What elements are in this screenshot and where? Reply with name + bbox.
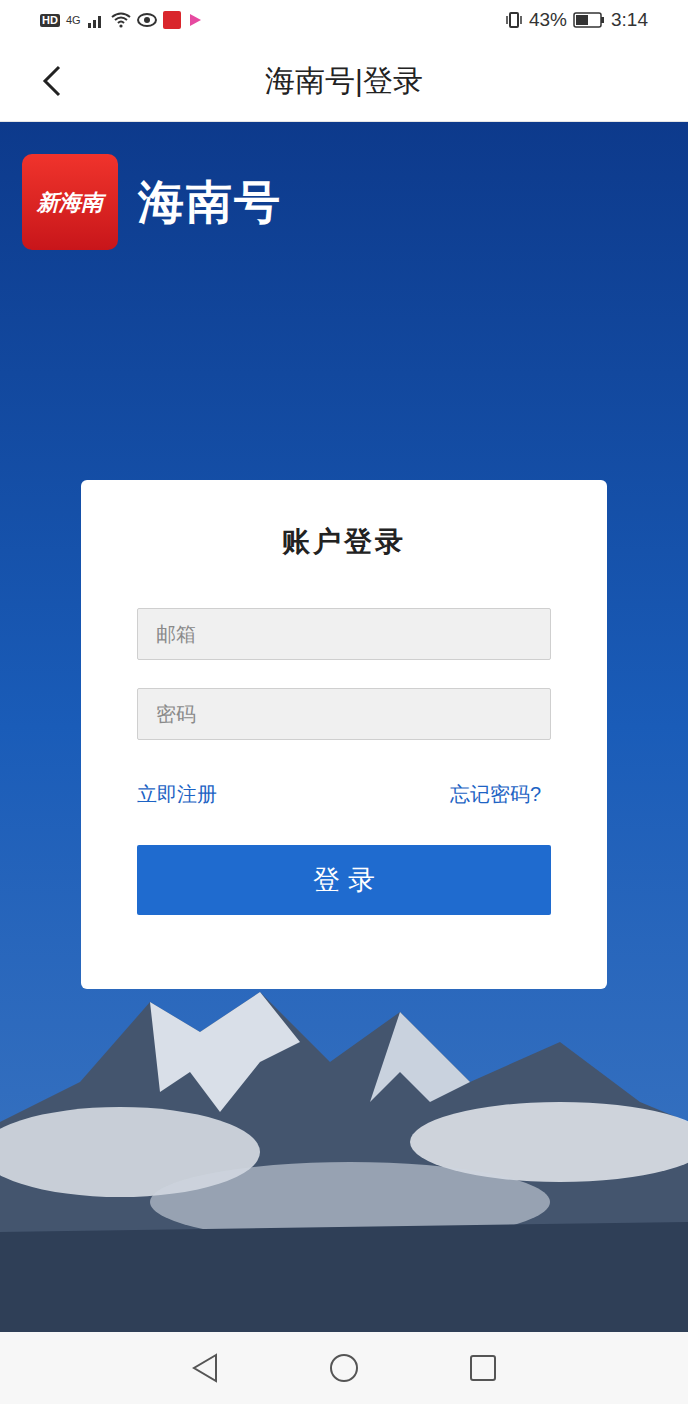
login-card: 账户登录立即注册 忘记密码? 登 录 [81, 480, 607, 989]
battery-percent: 43% [529, 6, 567, 35]
video-icon [187, 12, 203, 28]
nav-back-icon[interactable] [191, 1353, 219, 1383]
status-bar: HD 4G 43% 3:14 [0, 0, 688, 40]
login-background: 新海南海南号账户登录立即注册 忘记密码? 登 录 [0, 122, 688, 1332]
network-label: 4G [66, 15, 81, 26]
battery-icon [573, 12, 605, 28]
login-title: 账户登录 [137, 524, 551, 560]
brand-logo: 新海南 [22, 154, 118, 250]
navigation-bar [0, 1332, 688, 1404]
nav-recents-icon[interactable] [469, 1354, 497, 1382]
header-title: 海南号|登录 [0, 58, 688, 103]
eye-icon [137, 13, 157, 27]
app-notify-icon [163, 11, 181, 29]
login-input[interactable] [137, 688, 551, 740]
header: 海南号|登录 [0, 40, 688, 122]
login-links: 立即注册 忘记密码? [137, 782, 551, 806]
login-input[interactable] [137, 608, 551, 660]
register-link[interactable]: 立即注册 [137, 782, 217, 806]
hd-badge: HD [40, 14, 60, 27]
brand-name: 海南号 [138, 168, 282, 237]
back-arrow-icon [42, 65, 62, 97]
signal-icon [87, 12, 105, 28]
forgot-password-link[interactable]: 忘记密码? [450, 782, 551, 806]
clock: 3:14 [611, 6, 648, 35]
vibrate-icon [505, 11, 523, 29]
login-button[interactable]: 登 录 [137, 845, 551, 915]
app: HD 4G 43% 3:14 海南号|登录新海南海南号账户登录立即注册 忘记密码? 登 录 [0, 0, 688, 1404]
back-button[interactable] [36, 64, 68, 98]
mountain-illustration [0, 972, 688, 1332]
nav-home-icon[interactable] [329, 1353, 359, 1383]
brand: 新海南海南号 [0, 122, 688, 250]
wifi-icon [111, 12, 131, 28]
